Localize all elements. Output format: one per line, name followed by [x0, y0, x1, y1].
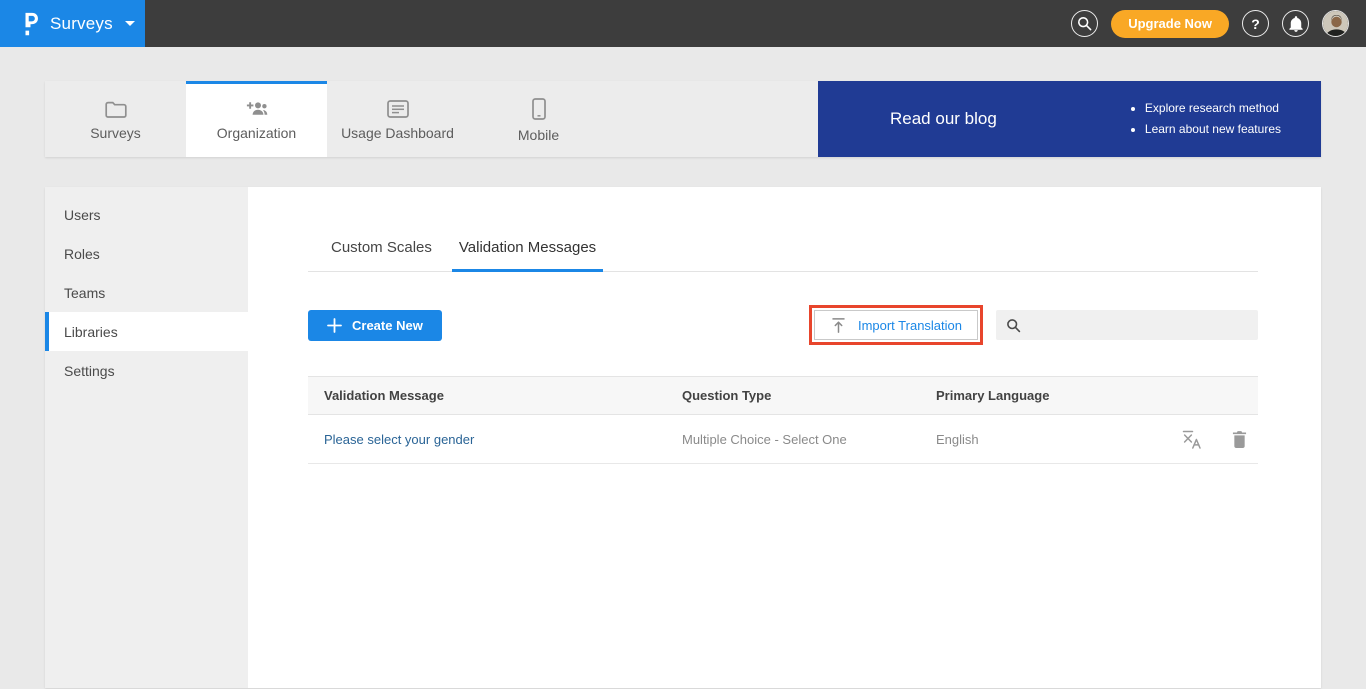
primary-language-cell: English	[920, 415, 1165, 464]
search-button[interactable]	[1071, 10, 1098, 37]
sidebar-item-users[interactable]: Users	[45, 195, 248, 234]
banner-bullet: Learn about new features	[1145, 119, 1281, 140]
upgrade-now-button[interactable]: Upgrade Now	[1111, 10, 1229, 38]
toolbar: Create New	[308, 305, 1258, 345]
annotation-highlight-box: Import Translation	[809, 305, 983, 345]
toolbar-right: Import Translation	[809, 305, 1258, 345]
column-question-type: Question Type	[666, 377, 920, 415]
chevron-down-icon	[125, 21, 135, 26]
import-translation-button[interactable]: Import Translation	[814, 310, 978, 340]
nav-tab-organization[interactable]: Organization	[186, 81, 327, 157]
sidebar-item-libraries[interactable]: Libraries	[45, 312, 248, 351]
import-translation-label: Import Translation	[858, 318, 962, 333]
table-row: Please select your gender Multiple Choic…	[308, 415, 1258, 464]
library-tabs: Custom Scales Validation Messages	[308, 239, 1258, 272]
nav-tab-label: Mobile	[518, 127, 559, 143]
validation-message-link[interactable]: Please select your gender	[324, 432, 474, 447]
delete-icon[interactable]	[1232, 431, 1247, 448]
nav-tab-usage-dashboard[interactable]: Usage Dashboard	[327, 81, 468, 157]
main-card: Users Roles Teams Libraries Settings Cus…	[45, 187, 1321, 688]
content-panel: Custom Scales Validation Messages Create…	[248, 187, 1321, 688]
product-name: Surveys	[50, 14, 113, 34]
column-validation-message: Validation Message	[308, 377, 666, 415]
sidebar-item-label: Users	[64, 207, 101, 223]
tab-validation-messages[interactable]: Validation Messages	[452, 239, 603, 272]
sidebar-item-teams[interactable]: Teams	[45, 273, 248, 312]
avatar[interactable]	[1322, 10, 1349, 37]
nav-tab-mobile[interactable]: Mobile	[468, 81, 609, 157]
column-actions	[1165, 377, 1258, 415]
smartphone-icon	[532, 98, 546, 120]
help-button[interactable]: ?	[1242, 10, 1269, 37]
table-header-row: Validation Message Question Type Primary…	[308, 377, 1258, 415]
question-type-cell: Multiple Choice - Select One	[666, 415, 920, 464]
banner-title: Read our blog	[890, 109, 997, 129]
nav-tab-label: Usage Dashboard	[341, 125, 454, 141]
banner-bullet-list: Explore research method Learn about new …	[1129, 98, 1281, 140]
workspace-nav: Surveys Organization	[45, 81, 1321, 157]
search-input[interactable]	[1029, 317, 1258, 334]
plus-icon	[327, 318, 342, 333]
sidebar-item-label: Settings	[64, 363, 115, 379]
sidebar-item-roles[interactable]: Roles	[45, 234, 248, 273]
dashboard-icon	[387, 100, 409, 118]
search-icon	[1006, 318, 1021, 333]
banner-bullet: Explore research method	[1145, 98, 1281, 119]
table-search	[996, 310, 1258, 340]
create-new-label: Create New	[352, 318, 423, 333]
nav-tab-label: Organization	[217, 125, 296, 141]
sidebar-item-label: Roles	[64, 246, 100, 262]
sidebar-item-label: Teams	[64, 285, 105, 301]
search-icon	[1077, 16, 1092, 31]
nav-tab-surveys[interactable]: Surveys	[45, 81, 186, 157]
sidebar-item-label: Libraries	[64, 324, 118, 340]
tab-custom-scales[interactable]: Custom Scales	[324, 239, 439, 272]
questionpro-logo-icon	[23, 12, 40, 36]
topbar: Surveys Upgrade Now ?	[0, 0, 1366, 47]
topbar-actions: Upgrade Now ?	[1071, 10, 1366, 38]
sidebar: Users Roles Teams Libraries Settings	[45, 187, 248, 688]
add-users-icon	[245, 100, 269, 118]
blog-banner[interactable]: Read our blog Explore research method Le…	[818, 81, 1321, 157]
notifications-button[interactable]	[1282, 10, 1309, 37]
bell-icon	[1289, 16, 1303, 32]
nav-tab-label: Surveys	[90, 125, 141, 141]
product-switcher[interactable]: Surveys	[0, 0, 145, 47]
workspace-tabs: Surveys Organization	[45, 81, 818, 157]
validation-messages-table: Validation Message Question Type Primary…	[308, 376, 1258, 464]
create-new-button[interactable]: Create New	[308, 310, 442, 341]
upload-icon	[830, 317, 847, 334]
sidebar-item-settings[interactable]: Settings	[45, 351, 248, 390]
folder-icon	[105, 100, 127, 118]
column-primary-language: Primary Language	[920, 377, 1165, 415]
translate-icon[interactable]	[1181, 429, 1201, 449]
